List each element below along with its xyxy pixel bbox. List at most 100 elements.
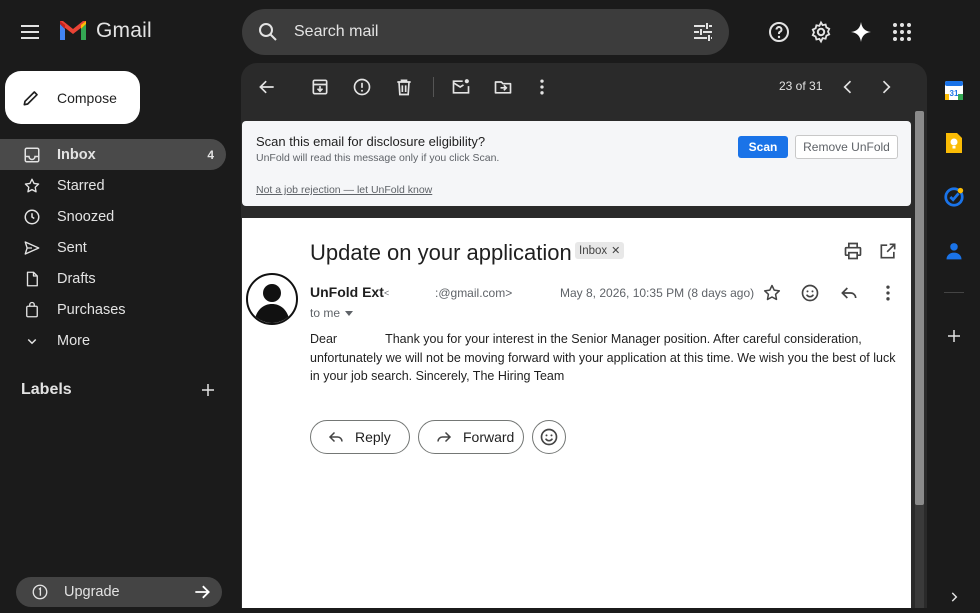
sidebar-item-snoozed[interactable]: Snoozed	[0, 201, 226, 232]
inbox-icon	[23, 146, 41, 164]
delete-icon	[397, 79, 411, 96]
sender-email: :@gmail.com>	[435, 286, 513, 300]
settings-button[interactable]	[809, 20, 833, 44]
calendar-icon: 31	[945, 81, 963, 100]
recipients-toggle[interactable]: to me	[310, 306, 354, 320]
gemini-icon	[851, 22, 871, 42]
apps-icon	[893, 23, 911, 41]
mark-unread-button[interactable]	[451, 77, 471, 97]
compose-button[interactable]: Compose	[5, 71, 140, 124]
add-reaction-button[interactable]	[800, 283, 820, 303]
send-icon	[23, 239, 41, 257]
message-more-button[interactable]	[878, 283, 898, 303]
upgrade-badge-icon	[32, 584, 48, 600]
search-bar[interactable]	[242, 9, 729, 55]
inbox-unread-count: 4	[207, 147, 214, 162]
unfold-banner: Scan this email for disclosure eligibili…	[242, 121, 911, 206]
upgrade-button[interactable]: Upgrade	[16, 577, 222, 607]
report-spam-icon	[353, 78, 371, 96]
reply-icon	[328, 431, 343, 443]
forward-button[interactable]: Forward	[418, 420, 524, 454]
caret-down-icon	[345, 310, 354, 316]
help-button[interactable]	[767, 20, 791, 44]
more-vert-icon	[886, 285, 890, 301]
delete-button[interactable]	[394, 77, 414, 97]
get-addons-button[interactable]	[942, 324, 966, 348]
draft-icon	[23, 270, 41, 288]
sidebar-item-label: Inbox	[57, 146, 96, 163]
chevron-right-icon	[882, 80, 891, 94]
mark-unread-icon	[452, 79, 470, 94]
sidebar-item-inbox[interactable]: Inbox 4	[0, 139, 226, 170]
sidebar-nav: Inbox 4 Starred Snoozed Sent Drafts Purc…	[0, 139, 226, 356]
expand-icon	[951, 592, 958, 602]
keep-app-button[interactable]	[942, 131, 966, 155]
help-icon	[769, 22, 789, 42]
remove-label-icon[interactable]: ✕	[611, 244, 620, 257]
print-icon	[844, 242, 862, 260]
newer-button[interactable]	[838, 77, 858, 97]
more-options-button[interactable]	[532, 77, 552, 97]
avatar[interactable]	[246, 273, 298, 325]
open-new-window-button[interactable]	[878, 241, 898, 261]
archive-button[interactable]	[310, 77, 330, 97]
search-options-icon[interactable]	[691, 20, 715, 44]
chevron-left-icon	[843, 80, 852, 94]
scrollbar-thumb[interactable]	[915, 111, 924, 505]
sidebar-item-more[interactable]: More	[0, 325, 226, 356]
report-spam-button[interactable]	[352, 77, 372, 97]
add-icon	[948, 330, 960, 342]
reply-button[interactable]: Reply	[310, 420, 410, 454]
create-label-button[interactable]	[199, 381, 217, 399]
move-to-icon	[494, 81, 512, 94]
search-input[interactable]	[294, 9, 624, 55]
star-icon	[23, 177, 41, 195]
search-icon[interactable]	[256, 20, 280, 44]
older-button[interactable]	[876, 77, 896, 97]
tasks-app-button[interactable]	[942, 185, 966, 209]
sidebar-item-starred[interactable]: Starred	[0, 170, 226, 201]
banner-title: Scan this email for disclosure eligibili…	[256, 134, 486, 149]
back-button[interactable]	[257, 77, 277, 97]
not-rejection-link[interactable]: Not a job rejection — let UnFold know	[256, 184, 432, 196]
apps-button[interactable]	[890, 20, 914, 44]
reply-icon-button[interactable]	[839, 283, 859, 303]
contacts-app-button[interactable]	[942, 239, 966, 263]
sidebar-item-sent[interactable]: Sent	[0, 232, 226, 263]
chip-label: Inbox	[579, 244, 608, 257]
reply-icon	[841, 287, 857, 299]
emoji-icon	[801, 284, 819, 302]
banner-subtitle: UnFold will read this message only if yo…	[256, 152, 500, 164]
remove-unfold-button[interactable]: Remove UnFold	[795, 135, 898, 159]
star-button[interactable]	[762, 283, 782, 303]
more-vert-icon	[540, 79, 544, 95]
scan-button[interactable]: Scan	[738, 136, 788, 158]
compose-label: Compose	[57, 89, 117, 106]
pager-count: 23 of 31	[779, 79, 823, 93]
inbox-label-chip[interactable]: Inbox ✕	[575, 242, 625, 259]
archive-icon	[312, 79, 328, 95]
sidebar-item-label: More	[57, 332, 91, 349]
gmail-logo[interactable]: Gmail	[58, 19, 152, 43]
calendar-app-button[interactable]: 31	[942, 78, 966, 102]
print-button[interactable]	[843, 241, 863, 261]
sidebar-item-label: Sent	[57, 239, 87, 256]
email-view: Update on your application Inbox ✕ UnFold…	[242, 218, 911, 608]
menu-icon	[21, 25, 39, 39]
emoji-react-button[interactable]	[532, 420, 566, 454]
sidebar-item-drafts[interactable]: Drafts	[0, 263, 226, 294]
email-subject: Update on your application	[310, 240, 572, 265]
gemini-button[interactable]	[849, 20, 873, 44]
move-to-button[interactable]	[493, 77, 513, 97]
toolbar-divider	[433, 77, 434, 97]
main-menu-button[interactable]	[18, 20, 42, 44]
body-greeting: Dear	[310, 332, 338, 346]
sender-email-open: <	[384, 288, 390, 298]
back-arrow-icon	[259, 80, 274, 94]
show-side-panel-button[interactable]	[942, 585, 966, 609]
email-body: Dear Thank you for your interest in the S…	[310, 330, 902, 386]
sender-name[interactable]: UnFold Ext	[310, 284, 384, 300]
sidebar-item-purchases[interactable]: Purchases	[0, 294, 226, 325]
sidebar-item-label: Starred	[57, 177, 105, 194]
sidebar-item-label: Drafts	[57, 270, 96, 287]
